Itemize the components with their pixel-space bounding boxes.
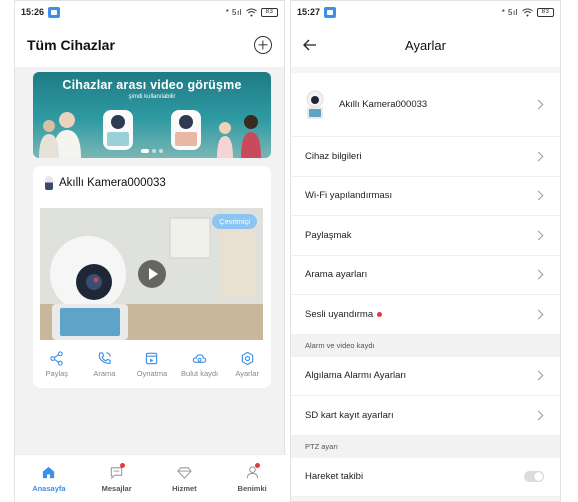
page-title: Ayarlar <box>405 37 446 53</box>
signal-icon: * 5ıl <box>225 7 242 17</box>
row-device-info[interactable]: Cihaz bilgileri <box>291 137 560 177</box>
call-action[interactable]: Arama <box>82 351 126 378</box>
status-badge: Çevrimiçi <box>212 214 257 229</box>
row-label: Hareket takibi <box>305 471 364 483</box>
nav-service-label: Hizmet <box>172 483 197 493</box>
section-header-ptz: PTZ ayarı <box>291 435 560 458</box>
settings-header: Ayarlar <box>291 23 560 67</box>
call-label: Arama <box>93 368 116 378</box>
settings-action[interactable]: Ayarlar <box>225 351 269 378</box>
promo-banner[interactable]: Cihazlar arası video görüşme şimdi kulla… <box>33 72 271 158</box>
playback-label: Oynatma <box>136 368 168 378</box>
home-icon <box>43 466 55 478</box>
camera-icon <box>45 176 53 190</box>
page-title: Tüm Cihazlar <box>27 37 115 53</box>
banner-title: Cihazlar arası video görüşme <box>62 78 242 92</box>
settings-screen: 15:27 * 5ıl 83 Ayarlar Akıllı Kamera0000… <box>290 0 561 502</box>
row-wifi-config[interactable]: Wi-Fi yapılandırması <box>291 176 560 216</box>
app-notification-icon <box>48 6 61 18</box>
settings-icon <box>241 351 253 365</box>
device-card[interactable]: Akıllı Kamera000033 Çevrimiçi Paylaş Ara… <box>33 166 271 388</box>
chevron-right-icon <box>533 99 544 110</box>
row-label-wrap: Sesli uyandırma <box>305 308 383 320</box>
chevron-right-icon <box>533 309 544 320</box>
nav-profile[interactable]: Benimki <box>222 462 282 493</box>
banner-dot <box>141 149 149 153</box>
nav-home[interactable]: Anasayfa <box>19 465 79 493</box>
device-row[interactable]: Akıllı Kamera000033 <box>291 73 560 137</box>
bottom-navigation: Anasayfa Mesajlar Hizmet Benimki <box>15 454 286 502</box>
row-motion-tracking: Hareket takibi <box>291 457 560 497</box>
section-header-alarm: Alarm ve video kaydı <box>291 334 560 357</box>
cloud-label: Bulut kaydı <box>181 368 219 378</box>
banner-subtitle: şimdi kullanılabilir <box>128 94 176 100</box>
add-device-button[interactable] <box>254 36 272 54</box>
settings-list: Akıllı Kamera000033 Cihaz bilgileri Wi-F… <box>291 73 560 497</box>
row-label: Algılama Alarmı Ayarları <box>305 370 407 382</box>
row-call-settings[interactable]: Arama ayarları <box>291 255 560 295</box>
share-label: Paylaş <box>45 368 69 378</box>
banner-dot <box>159 149 163 153</box>
row-label: SD kart kayıt ayarları <box>305 409 394 421</box>
device-name: Akıllı Kamera000033 <box>59 177 166 189</box>
row-detection-alarm[interactable]: Algılama Alarmı Ayarları <box>291 356 560 396</box>
status-time: 15:26 <box>21 7 45 17</box>
motion-tracking-toggle[interactable] <box>524 471 544 483</box>
status-bar: 15:27 * 5ıl 83 <box>291 1 560 23</box>
chevron-right-icon <box>533 410 544 421</box>
chevron-right-icon <box>533 151 544 162</box>
camera-device-icon <box>306 90 324 119</box>
row-label: Arama ayarları <box>305 269 368 281</box>
row-voice-wakeup[interactable]: Sesli uyandırma <box>291 295 560 335</box>
share-action[interactable]: Paylaş <box>35 350 79 378</box>
notification-dot <box>119 462 125 468</box>
device-name: Akıllı Kamera000033 <box>339 99 428 110</box>
status-bar: 15:26 * 5ıl 83 <box>15 1 284 23</box>
row-label: Cihaz bilgileri <box>305 150 362 162</box>
row-label: Paylaşmak <box>305 229 352 241</box>
row-label: Wi-Fi yapılandırması <box>305 190 393 202</box>
playback-action[interactable]: Oynatma <box>130 351 174 378</box>
notification-dot <box>377 311 383 317</box>
camera-preview[interactable]: Çevrimiçi <box>40 208 263 340</box>
wifi-icon <box>522 8 533 16</box>
chevron-right-icon <box>533 269 544 280</box>
battery-icon: 83 <box>537 7 554 17</box>
row-sd-recording[interactable]: SD kart kayıt ayarları <box>291 396 560 436</box>
cloud-icon <box>192 353 207 363</box>
nav-service[interactable]: Hizmet <box>154 465 214 493</box>
status-time: 15:27 <box>297 7 321 17</box>
chevron-right-icon <box>533 370 544 381</box>
device-actions: Paylaş Arama Oynatma Bulut kaydı Ayarlar <box>33 342 271 386</box>
row-sharing[interactable]: Paylaşmak <box>291 216 560 256</box>
share-icon <box>50 350 63 366</box>
banner-pagination <box>141 149 163 153</box>
phone-icon <box>98 351 111 364</box>
play-button[interactable] <box>137 260 166 288</box>
row-label: Sesli uyandırma <box>305 308 374 320</box>
playback-icon <box>146 352 158 364</box>
battery-icon: 83 <box>261 7 278 17</box>
nav-messages[interactable]: Mesajlar <box>87 462 147 493</box>
nav-profile-label: Benimki <box>237 483 267 493</box>
diamond-icon <box>177 466 192 479</box>
app-notification-icon <box>324 6 337 18</box>
chevron-right-icon <box>533 190 544 201</box>
nav-home-label: Anasayfa <box>32 483 66 493</box>
back-arrow-icon[interactable] <box>303 38 317 52</box>
notification-dot <box>255 462 261 468</box>
nav-messages-label: Mesajlar <box>101 483 132 493</box>
wifi-icon <box>246 8 257 16</box>
chevron-right-icon <box>533 230 544 241</box>
device-card-header: Akıllı Kamera000033 <box>33 166 271 200</box>
settings-label: Ayarlar <box>235 368 259 378</box>
home-header: Tüm Cihazlar <box>15 23 284 67</box>
cloud-action[interactable]: Bulut kaydı <box>178 351 222 378</box>
signal-icon: * 5ıl <box>501 7 518 17</box>
banner-dot <box>152 149 156 153</box>
